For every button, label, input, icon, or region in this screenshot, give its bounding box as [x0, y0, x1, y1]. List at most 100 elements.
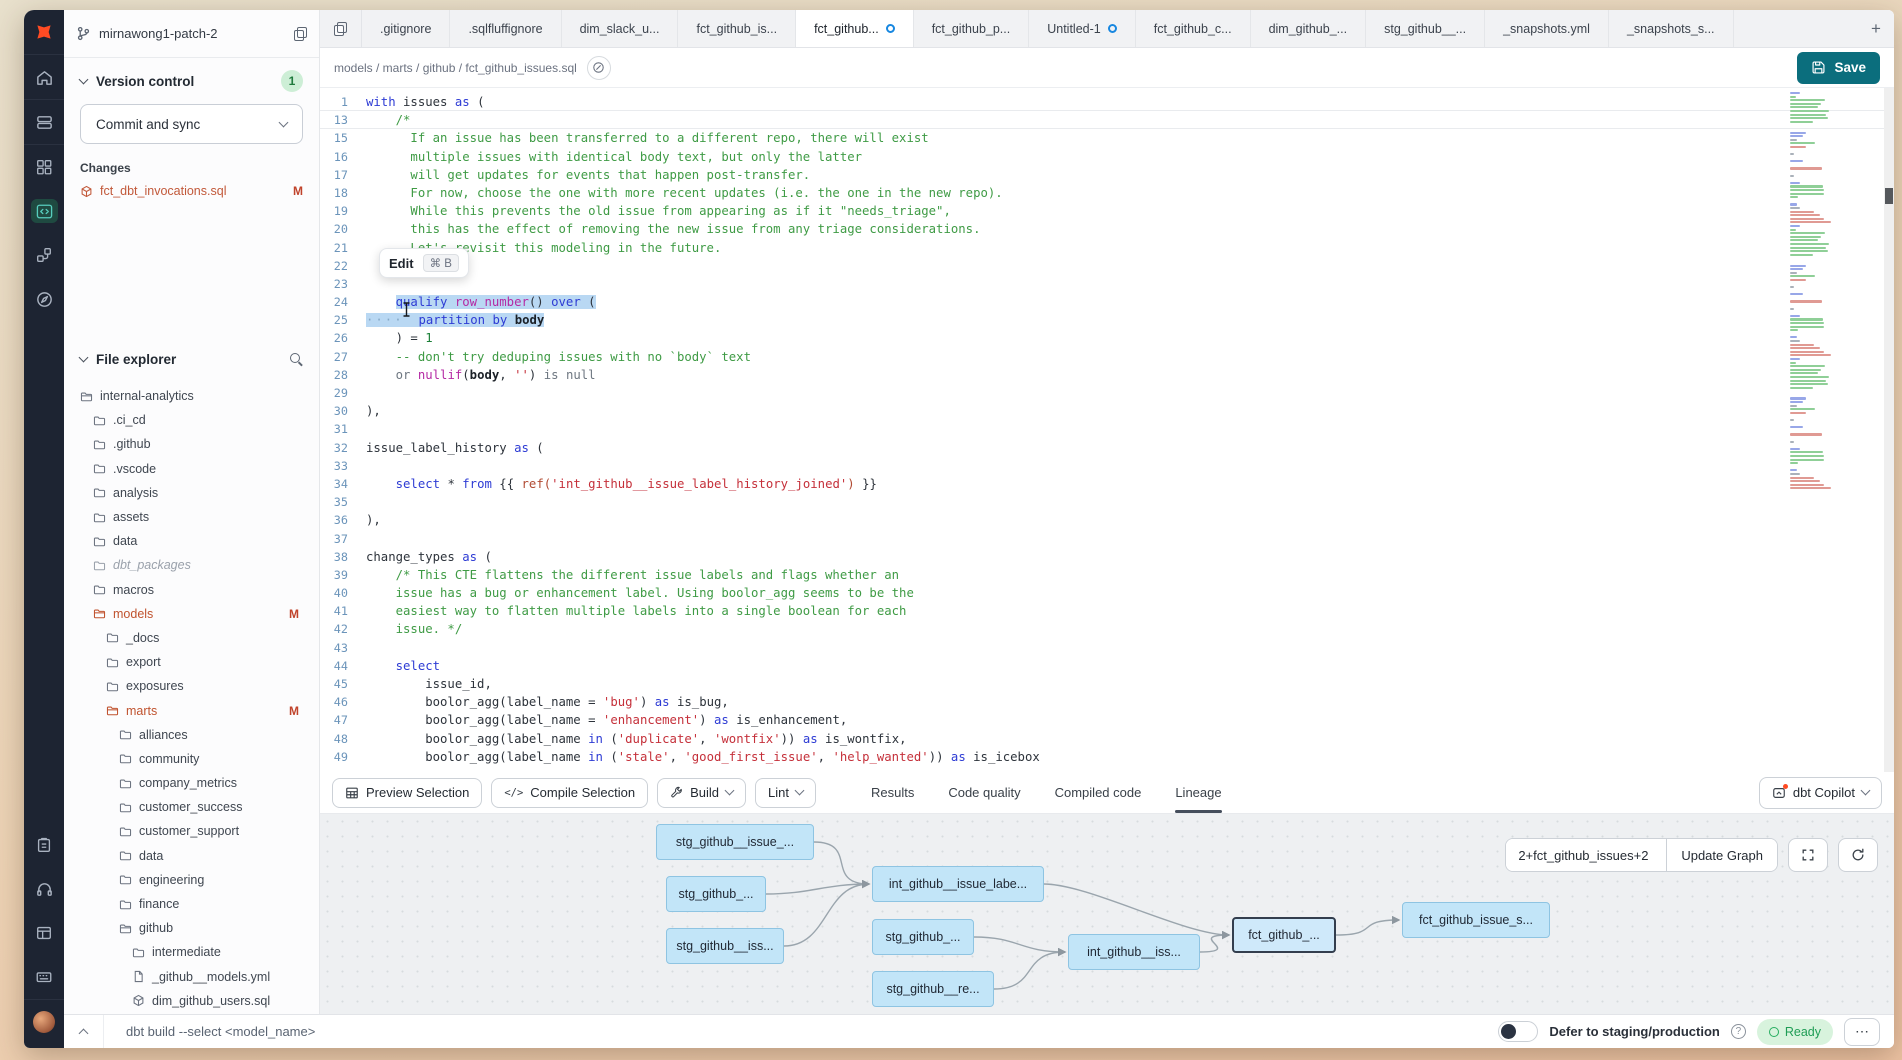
- code-line[interactable]: 21 Let's revisit this modeling in the fu…: [320, 239, 1894, 257]
- code-line[interactable]: 34 select * from {{ ref('int_github__iss…: [320, 475, 1894, 493]
- editor-tab-fct_github_c...[interactable]: fct_github_c...: [1136, 10, 1251, 47]
- tree-item-community[interactable]: community: [64, 747, 319, 771]
- code-line[interactable]: 49 boolor_agg(label_name in ('stale', 'g…: [320, 748, 1894, 766]
- tree-item-.vscode[interactable]: .vscode: [64, 457, 319, 481]
- open-docs-icon[interactable]: [587, 56, 611, 80]
- lineage-node-int_github__issue_labe...[interactable]: int_github__issue_labe...: [872, 866, 1044, 902]
- environments-icon[interactable]: [24, 100, 64, 144]
- lineage-node-stg_github__re...[interactable]: stg_github__re...: [872, 971, 994, 1007]
- code-line[interactable]: 35: [320, 493, 1894, 511]
- code-line[interactable]: 1with issues as (: [320, 93, 1894, 111]
- editor-tab-Untitled-1[interactable]: Untitled-1: [1029, 10, 1136, 47]
- user-avatar[interactable]: [24, 1000, 64, 1044]
- fullscreen-button[interactable]: [1788, 838, 1828, 872]
- tree-item-finance[interactable]: finance: [64, 892, 319, 916]
- editor-scrollbar[interactable]: [1884, 88, 1894, 772]
- tree-item-github[interactable]: github: [64, 916, 319, 940]
- tree-item-alliances[interactable]: alliances: [64, 723, 319, 747]
- tree-item-marts[interactable]: martsM: [64, 698, 319, 722]
- tree-item-_github__models.yml[interactable]: _github__models.yml: [64, 965, 319, 989]
- tab-list-icon[interactable]: [320, 10, 362, 47]
- tree-item-export[interactable]: export: [64, 650, 319, 674]
- code-line[interactable]: 44 select: [320, 657, 1894, 675]
- code-line[interactable]: 36),: [320, 511, 1894, 529]
- editor-tab-fct_github_is...[interactable]: fct_github_is...: [678, 10, 796, 47]
- code-line[interactable]: 19 While this prevents the old issue fro…: [320, 202, 1894, 220]
- tab-code-quality[interactable]: Code quality: [948, 772, 1020, 813]
- code-line[interactable]: 32issue_label_history as (: [320, 439, 1894, 457]
- preview-selection-button[interactable]: Preview Selection: [332, 778, 482, 808]
- home-icon[interactable]: [24, 55, 64, 99]
- lineage-node-stg_github__iss...[interactable]: stg_github__iss...: [666, 928, 784, 964]
- tree-item-analysis[interactable]: analysis: [64, 481, 319, 505]
- code-line[interactable]: 24 qualify row_number() over (: [320, 293, 1894, 311]
- search-icon[interactable]: [290, 353, 303, 366]
- code-line[interactable]: 13 /*: [320, 111, 1894, 129]
- editor-tab-dim_slack_u...[interactable]: dim_slack_u...: [562, 10, 679, 47]
- tab-compiled-code[interactable]: Compiled code: [1055, 772, 1142, 813]
- editor-tab-fct_github...[interactable]: fct_github...: [796, 10, 914, 47]
- code-line[interactable]: 28 or nullif(body, '') is null: [320, 366, 1894, 384]
- code-line[interactable]: 48 boolor_agg(label_name in ('duplicate'…: [320, 730, 1894, 748]
- refresh-button[interactable]: [1838, 838, 1878, 872]
- code-line[interactable]: 25···· partition by body: [320, 311, 1894, 329]
- lineage-node-stg_github_...[interactable]: stg_github_...: [872, 919, 974, 955]
- code-line[interactable]: 47 boolor_agg(label_name = 'enhancement'…: [320, 711, 1894, 729]
- code-line[interactable]: 45 issue_id,: [320, 675, 1894, 693]
- editor-tab-fct_github_p...[interactable]: fct_github_p...: [914, 10, 1030, 47]
- tree-item-data[interactable]: data: [64, 529, 319, 553]
- command-input[interactable]: dbt build --select <model_name>: [104, 1024, 315, 1039]
- code-line[interactable]: 15 If an issue has been transferred to a…: [320, 129, 1894, 147]
- code-line[interactable]: 30),: [320, 402, 1894, 420]
- ide-editor-icon[interactable]: [24, 189, 64, 233]
- expand-command-bar-button[interactable]: [64, 1015, 104, 1048]
- code-editor[interactable]: 1with issues as (13 /*15 If an issue has…: [320, 88, 1894, 772]
- editor-tab-.sqlfluffignore[interactable]: .sqlfluffignore: [450, 10, 561, 47]
- tree-item-intermediate[interactable]: intermediate: [64, 940, 319, 964]
- compass-icon[interactable]: [24, 277, 64, 321]
- update-graph-button[interactable]: Update Graph: [1666, 839, 1777, 871]
- code-line[interactable]: 37: [320, 530, 1894, 548]
- code-line[interactable]: 41 easiest way to flatten multiple label…: [320, 602, 1894, 620]
- tree-item-macros[interactable]: macros: [64, 578, 319, 602]
- tab-results[interactable]: Results: [871, 772, 914, 813]
- clipboard-icon[interactable]: [24, 823, 64, 867]
- code-line[interactable]: 20 this has the effect of removing the n…: [320, 220, 1894, 238]
- build-button[interactable]: Build: [657, 778, 746, 808]
- lineage-node-fct_github_...[interactable]: fct_github_...: [1232, 917, 1336, 953]
- tree-item-.ci_cd[interactable]: .ci_cd: [64, 408, 319, 432]
- tab-lineage[interactable]: Lineage: [1175, 772, 1221, 813]
- editor-tab-_snapshots.yml[interactable]: _snapshots.yml: [1485, 10, 1609, 47]
- lineage-node-stg_github__issue_...[interactable]: stg_github__issue_...: [656, 824, 814, 860]
- editor-tab-.gitignore[interactable]: .gitignore: [362, 10, 450, 47]
- dashboard-icon[interactable]: [24, 145, 64, 189]
- new-tab-button[interactable]: +: [1858, 10, 1894, 47]
- compile-selection-button[interactable]: </> Compile Selection: [491, 778, 648, 808]
- lineage-node-int_github__iss...[interactable]: int_github__iss...: [1068, 934, 1200, 970]
- support-headset-icon[interactable]: [24, 867, 64, 911]
- branch-row[interactable]: mirnawong1-patch-2: [64, 10, 319, 58]
- more-options-button[interactable]: ⋯: [1844, 1018, 1880, 1046]
- version-control-header[interactable]: Version control 1: [80, 68, 303, 94]
- tree-item-engineering[interactable]: engineering: [64, 868, 319, 892]
- tree-item-dim_github_users.sql[interactable]: dim_github_users.sql: [64, 989, 319, 1013]
- tree-item-internal-analytics[interactable]: internal-analytics: [64, 384, 319, 408]
- tree-item-dbt_packages[interactable]: dbt_packages: [64, 553, 319, 577]
- lint-button[interactable]: Lint: [755, 778, 816, 808]
- keyboard-icon[interactable]: [24, 955, 64, 999]
- scrollbar-thumb[interactable]: [1885, 188, 1893, 204]
- code-line[interactable]: 46 boolor_agg(label_name = 'bug') as is_…: [320, 693, 1894, 711]
- code-line[interactable]: 23: [320, 275, 1894, 293]
- changed-file-row[interactable]: fct_dbt_invocations.sql M: [80, 184, 303, 198]
- tree-item-assets[interactable]: assets: [64, 505, 319, 529]
- branch-icon[interactable]: [24, 233, 64, 277]
- code-line[interactable]: 39 /* This CTE flattens the different is…: [320, 566, 1894, 584]
- tree-item-exposures[interactable]: exposures: [64, 674, 319, 698]
- code-line[interactable]: 29: [320, 384, 1894, 402]
- code-line[interactable]: 27 -- don't try deduping issues with no …: [320, 348, 1894, 366]
- lineage-node-fct_github_issue_s...[interactable]: fct_github_issue_s...: [1402, 902, 1550, 938]
- window-icon[interactable]: [24, 911, 64, 955]
- lineage-selector-input[interactable]: [1506, 839, 1666, 871]
- copy-icon[interactable]: [294, 27, 307, 41]
- edit-popup[interactable]: Edit ⌘ B: [379, 248, 469, 278]
